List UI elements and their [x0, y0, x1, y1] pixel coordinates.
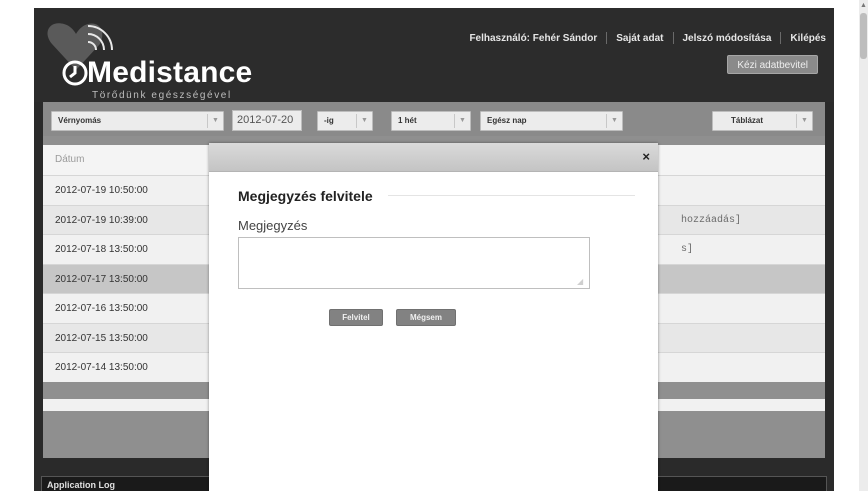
own-data-link[interactable]: Saját adat	[616, 33, 663, 44]
until-select-value: -ig	[324, 116, 334, 125]
top-navigation: Felhasználó: Fehér Sándor Saját adat Jel…	[469, 32, 826, 44]
filter-bar: Vérnyomás ▼ 2012-07-20 -ig ▼ 1 hét ▼ Egé…	[43, 102, 825, 136]
chevron-down-icon: ▼	[356, 114, 372, 128]
period-select[interactable]: 1 hét ▼	[391, 111, 471, 131]
page-scrollbar[interactable]: ▲	[859, 0, 868, 491]
chevron-down-icon: ▼	[796, 114, 812, 128]
note-field-label: Megjegyzés	[238, 218, 308, 233]
close-icon[interactable]: ×	[642, 150, 650, 164]
row-date: 2012-07-19 10:50:00	[55, 185, 148, 196]
row-note: hozzáadás]	[681, 214, 742, 226]
logout-link[interactable]: Kilépés	[790, 33, 826, 44]
measurement-select[interactable]: Vérnyomás ▼	[51, 111, 224, 131]
until-select[interactable]: -ig ▼	[317, 111, 373, 131]
row-date: 2012-07-17 13:50:00	[55, 273, 148, 285]
user-label: Felhasználó: Fehér Sándor	[469, 32, 598, 44]
manual-entry-button[interactable]: Kézi adatbevitel	[727, 55, 818, 74]
view-select[interactable]: Táblázat ▼	[712, 111, 813, 131]
submit-button[interactable]: Felvitel	[329, 309, 383, 326]
cancel-button[interactable]: Mégsem	[396, 309, 456, 326]
modal-header: ×	[209, 143, 658, 172]
chevron-down-icon: ▼	[606, 114, 622, 128]
row-date: 2012-07-15 13:50:00	[55, 332, 148, 344]
row-date: 2012-07-18 13:50:00	[55, 244, 148, 255]
date-input[interactable]: 2012-07-20	[232, 110, 302, 131]
chevron-down-icon: ▼	[207, 114, 223, 128]
daypart-select-value: Egész nap	[487, 116, 527, 125]
view-select-value: Táblázat	[731, 116, 764, 125]
brand-name: Medistance	[87, 56, 253, 89]
modal-title: Megjegyzés felvitele	[238, 188, 373, 204]
nav-divider	[780, 32, 782, 44]
measurement-select-value: Vérnyomás	[58, 116, 102, 125]
nav-divider	[672, 32, 674, 44]
brand-tagline: Törődünk egészségével	[92, 90, 232, 101]
chevron-down-icon: ▼	[454, 114, 470, 128]
app-header: Medistance Törődünk egészségével Felhasz…	[34, 8, 834, 102]
period-select-value: 1 hét	[398, 116, 417, 125]
password-change-link[interactable]: Jelszó módosítása	[683, 33, 772, 44]
scrollbar-thumb[interactable]	[860, 13, 867, 59]
resize-grip-icon[interactable]: ◢	[577, 277, 587, 287]
nav-divider	[606, 32, 608, 44]
note-textarea[interactable]	[238, 237, 590, 289]
scroll-up-arrow-icon[interactable]: ▲	[859, 0, 868, 12]
row-date: 2012-07-19 10:39:00	[55, 214, 148, 226]
note-modal: × Megjegyzés felvitele Megjegyzés ◢ Felv…	[209, 143, 658, 491]
row-date: 2012-07-14 13:50:00	[55, 362, 148, 373]
row-note: s]	[681, 244, 694, 255]
daypart-select[interactable]: Egész nap ▼	[480, 111, 623, 131]
row-date: 2012-07-16 13:50:00	[55, 303, 148, 314]
